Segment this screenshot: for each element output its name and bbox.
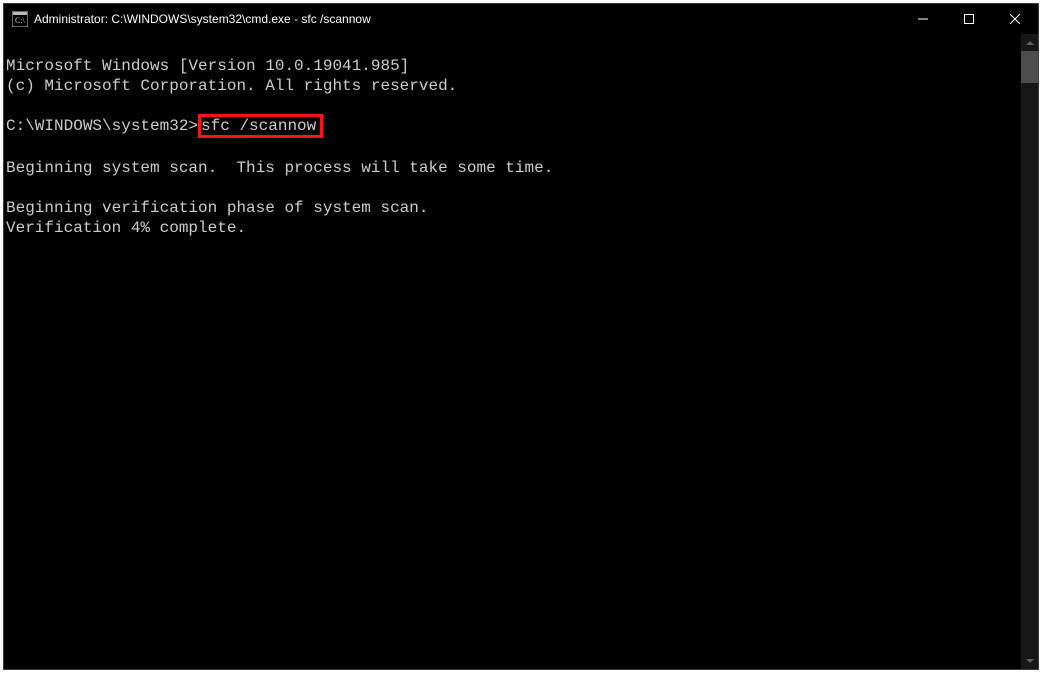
vertical-scrollbar[interactable]	[1021, 34, 1038, 669]
scroll-track[interactable]	[1021, 51, 1038, 652]
scroll-thumb[interactable]	[1021, 51, 1038, 83]
prompt-prefix: C:\WINDOWS\system32>	[6, 117, 198, 135]
output-line: Beginning system scan. This process will…	[6, 159, 553, 177]
window-controls	[900, 4, 1038, 34]
scroll-up-arrow-icon[interactable]	[1021, 34, 1038, 51]
content-area: Microsoft Windows [Version 10.0.19041.98…	[4, 34, 1038, 669]
scroll-down-arrow-icon[interactable]	[1021, 652, 1038, 669]
output-line: Microsoft Windows [Version 10.0.19041.98…	[6, 57, 409, 75]
close-button[interactable]	[992, 4, 1038, 34]
command-highlight: sfc /scannow	[198, 114, 323, 138]
output-line: Verification 4% complete.	[6, 219, 246, 237]
output-line: (c) Microsoft Corporation. All rights re…	[6, 77, 457, 95]
svg-text:C:\: C:\	[15, 16, 26, 25]
titlebar[interactable]: C:\ Administrator: C:\WINDOWS\system32\c…	[4, 4, 1038, 34]
cmd-icon: C:\	[12, 11, 28, 27]
terminal-output[interactable]: Microsoft Windows [Version 10.0.19041.98…	[4, 34, 1021, 669]
output-line: Beginning verification phase of system s…	[6, 199, 428, 217]
maximize-button[interactable]	[946, 4, 992, 34]
window-title: Administrator: C:\WINDOWS\system32\cmd.e…	[34, 12, 900, 26]
minimize-button[interactable]	[900, 4, 946, 34]
cmd-window: C:\ Administrator: C:\WINDOWS\system32\c…	[3, 3, 1039, 670]
prompt-line: C:\WINDOWS\system32>sfc /scannow	[6, 117, 323, 135]
